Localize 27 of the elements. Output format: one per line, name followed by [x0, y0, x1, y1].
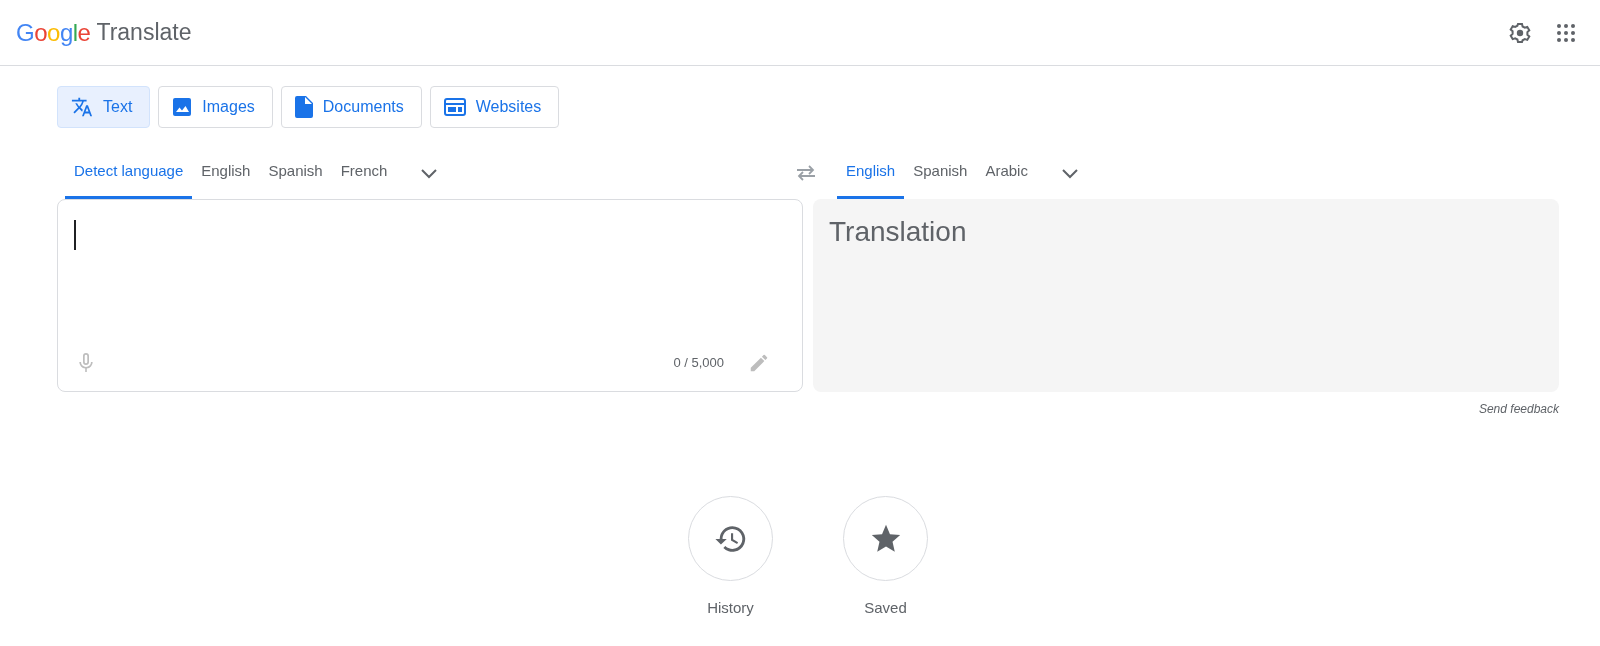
translation-output-field: Translation	[813, 199, 1559, 392]
send-feedback-link[interactable]: Send feedback	[1478, 400, 1559, 418]
language-tab[interactable]: Spanish	[259, 148, 332, 199]
text-cursor	[74, 220, 76, 250]
language-tab[interactable]: Detect language	[65, 148, 193, 199]
language-tab[interactable]: English	[192, 148, 260, 199]
settings-icon[interactable]	[1508, 20, 1532, 45]
brand-logo[interactable]: Google	[16, 14, 91, 51]
language-tab[interactable]: Arabic	[976, 148, 1037, 199]
translate-icon	[71, 96, 93, 118]
shortcut-label: Saved	[864, 598, 907, 618]
shortcut-label: History	[707, 598, 754, 618]
character-count: 0 / 5,000	[673, 354, 724, 373]
mode-tab[interactable]: Websites	[429, 86, 560, 128]
dropdown-chevron-icon[interactable]	[420, 167, 439, 180]
language-tab[interactable]: French	[331, 148, 397, 199]
mode-tab[interactable]: Text	[57, 86, 151, 128]
apps-grid-icon[interactable]	[1556, 22, 1576, 43]
language-tab[interactable]: Spanish	[904, 148, 977, 199]
document-icon	[294, 96, 313, 118]
dropdown-chevron-icon[interactable]	[1060, 167, 1079, 180]
mode-tab[interactable]: Images	[158, 86, 273, 128]
image-icon	[172, 97, 193, 117]
webpage-icon	[443, 98, 466, 116]
swap-languages-icon[interactable]	[795, 165, 817, 181]
mode-tab[interactable]: Documents	[280, 86, 422, 128]
product-name: Translate	[96, 18, 192, 48]
